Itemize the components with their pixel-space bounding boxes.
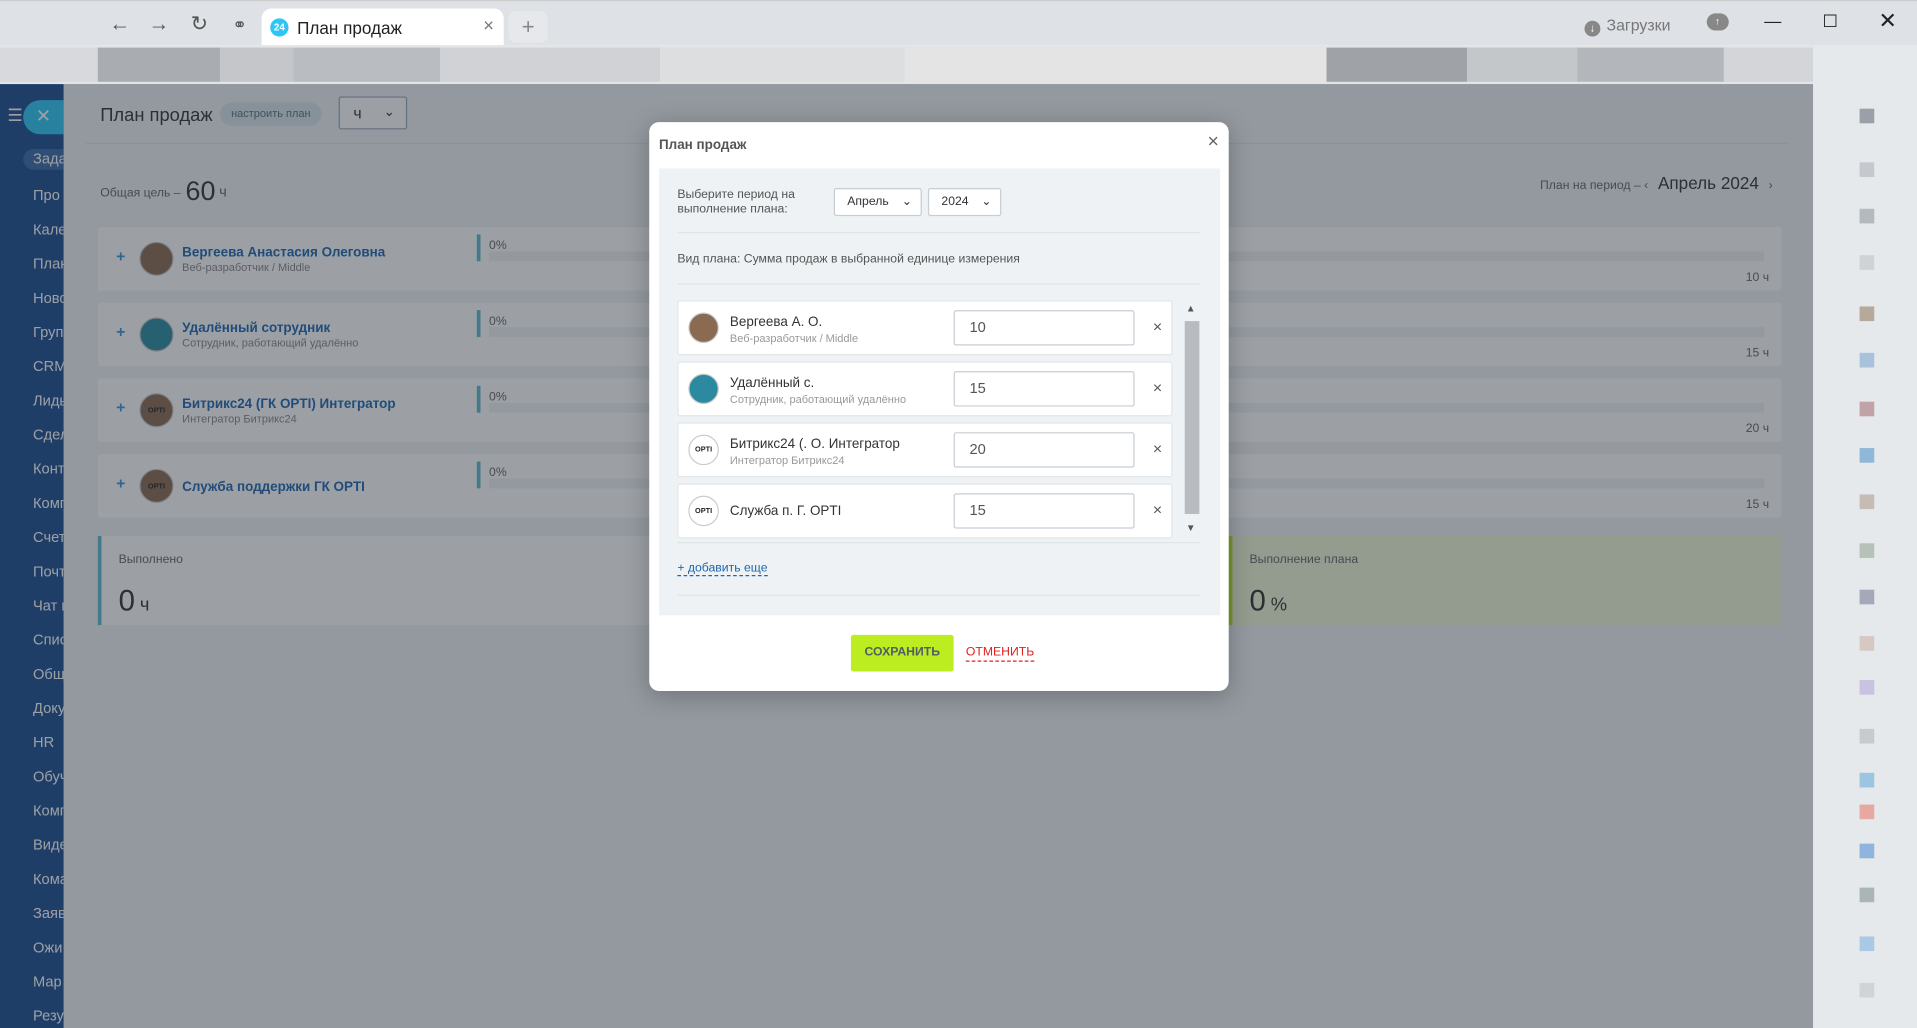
item-name: Удалённый с. (729, 376, 815, 391)
downloads-button[interactable]: ↓ Загрузки (1584, 16, 1670, 37)
opti-logo-icon: OPTI (688, 495, 719, 527)
plan-value-input[interactable]: 15 (953, 371, 1135, 407)
opti-logo-icon: OPTI (688, 434, 719, 466)
scroll-up-icon[interactable]: ▲ (1186, 303, 1196, 314)
item-name: Битрикс24 (. О. Интегратор (729, 437, 900, 452)
item-name: Служба п. Г. OPTI (729, 504, 842, 519)
chevron-down-icon: ⌄ (901, 195, 913, 209)
employee-plan-list: Вергеева А. О. Веб-разработчик / Middle … (677, 300, 1200, 539)
item-role: Веб-разработчик / Middle (729, 332, 859, 345)
year-select[interactable]: 2024 ⌄ (927, 188, 1002, 217)
close-icon[interactable]: × (1208, 132, 1219, 154)
downloads-label: Загрузки (1606, 15, 1671, 35)
download-icon: ↓ (1584, 20, 1601, 37)
link-icon[interactable]: ⚭ (226, 11, 253, 38)
maximize-icon[interactable]: ☐ (1802, 1, 1858, 40)
period-prompt: Выберите период на выполнение плана: (677, 188, 795, 217)
item-role: Сотрудник, работающий удалённо (729, 393, 907, 406)
plan-value-input[interactable]: 10 (953, 310, 1135, 346)
arrow-left-icon[interactable]: ← (106, 11, 133, 38)
scroll-thumb[interactable] (1184, 321, 1200, 514)
chevron-down-icon: ⌄ (981, 195, 992, 209)
cloud-icon[interactable]: ↑ (1706, 13, 1729, 31)
close-icon[interactable]: × (1153, 378, 1162, 396)
close-icon[interactable]: × (1153, 317, 1162, 335)
list-item: Вергеева А. О. Веб-разработчик / Middle … (677, 300, 1173, 356)
divider (677, 542, 1201, 544)
item-name: Вергеева А. О. (729, 314, 823, 330)
bookmarks-bar (0, 45, 1917, 85)
new-tab-button[interactable]: + (508, 10, 548, 43)
divider (677, 231, 1201, 234)
plan-value-input[interactable]: 15 (953, 493, 1135, 529)
window-close-icon[interactable]: ✕ (1860, 1, 1916, 40)
add-more-label: + добавить еще (677, 561, 768, 577)
dialog-body: Выберите период на выполнение плана: Апр… (658, 168, 1221, 616)
arrow-right-icon[interactable]: → (145, 11, 172, 38)
minimize-icon[interactable]: — (1745, 1, 1801, 40)
add-more-link[interactable]: + добавить еще (677, 561, 768, 577)
plan-value-input[interactable]: 20 (953, 432, 1135, 468)
avatar (688, 373, 719, 405)
month-select-value: Апрель (847, 195, 889, 209)
browser-toolbar: ← → ↻ ⚭ 24 План продаж × + ↓ Загрузки ↑ —… (0, 0, 1917, 47)
scrollbar[interactable]: ▲ ▼ (1182, 300, 1200, 539)
blurred-sidebar (1813, 45, 1917, 1028)
list-item: Удалённый с. Сотрудник, работающий удалё… (677, 361, 1173, 417)
list-item: OPTI Битрикс24 (. О. Интегратор Интеграт… (677, 422, 1173, 478)
save-button[interactable]: СОХРАНИТЬ (850, 634, 954, 672)
item-role: Интегратор Битрикс24 (729, 454, 845, 467)
browser-tab[interactable]: 24 План продаж × (261, 8, 504, 47)
avatar (688, 312, 719, 344)
scroll-down-icon[interactable]: ▼ (1186, 523, 1196, 534)
year-select-value: 2024 (941, 195, 969, 209)
screen: ← → ↻ ⚭ 24 План продаж × + ↓ Загрузки ↑ —… (0, 0, 1917, 1028)
cancel-button[interactable]: ОТМЕНИТЬ (965, 646, 1035, 662)
divider (677, 594, 1201, 596)
close-icon[interactable]: × (1153, 501, 1162, 519)
list-item: OPTI Служба п. Г. OPTI 15 × (677, 483, 1173, 539)
tab-title: План продаж (297, 18, 403, 38)
bitrix-favicon-icon: 24 (270, 18, 289, 37)
month-select[interactable]: Апрель ⌄ (833, 188, 922, 217)
divider (677, 283, 1201, 285)
sales-plan-dialog: План продаж × Выберите период на выполне… (649, 122, 1229, 692)
reload-icon[interactable]: ↻ (186, 11, 213, 38)
dialog-title: План продаж (658, 137, 747, 153)
close-icon[interactable]: × (483, 16, 494, 37)
close-icon[interactable]: × (1153, 440, 1162, 458)
plan-type: Вид плана: Сумма продаж в выбранной един… (677, 252, 1020, 267)
